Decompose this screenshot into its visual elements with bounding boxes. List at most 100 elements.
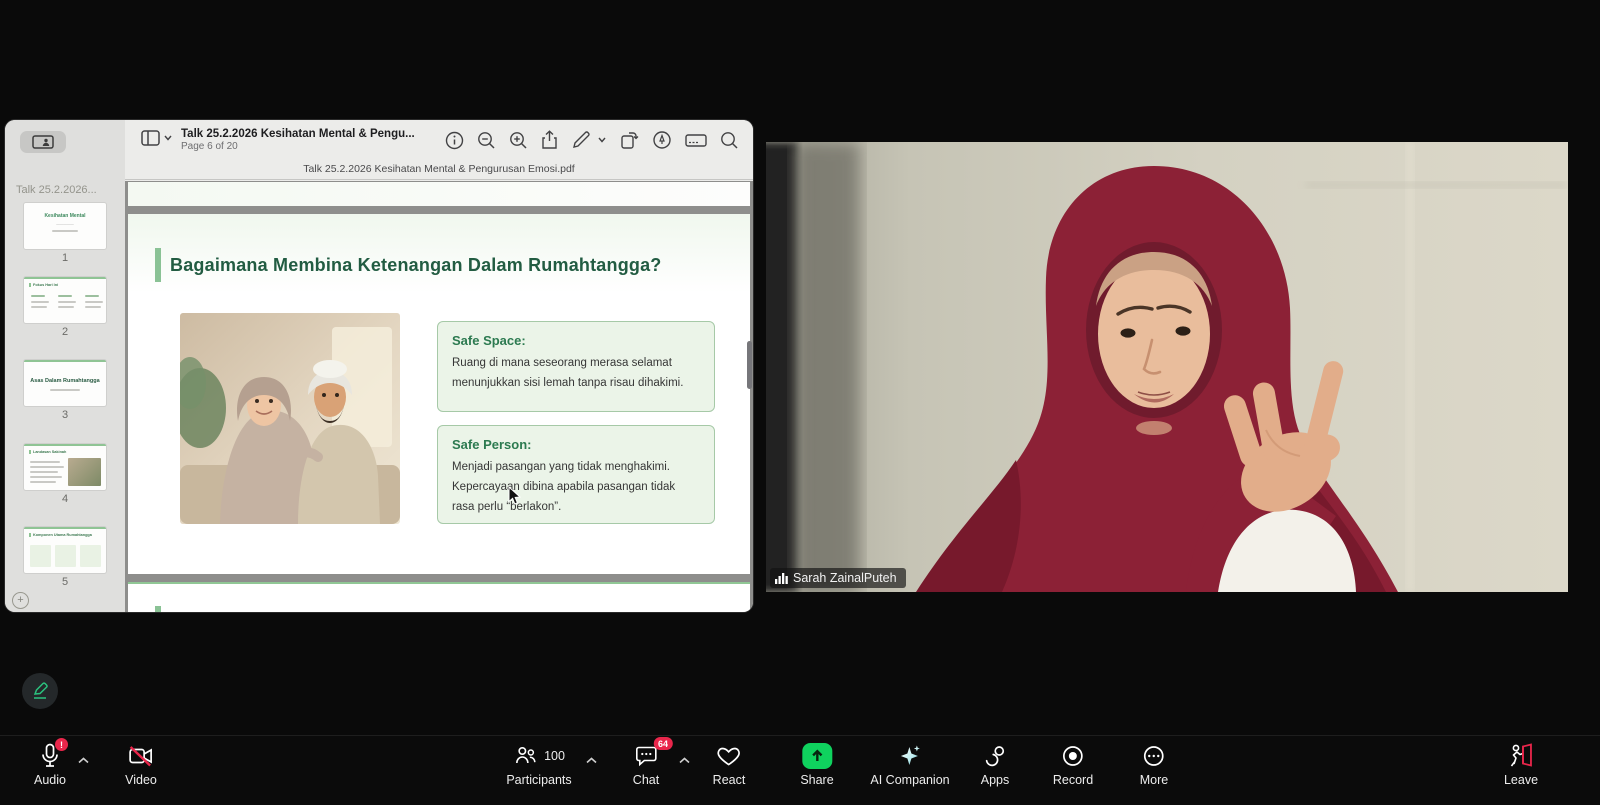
slide-thumbnail-5[interactable]: Komponen Utama Rumahtangga [24,527,106,573]
chat-menu-chevron[interactable] [679,752,690,767]
markup-menu-chevron[interactable] [598,137,606,143]
rotate-page-button[interactable] [619,130,639,150]
zoom-out-icon [477,131,496,150]
thumb-4-line [30,476,62,478]
participants-label: Participants [506,773,571,787]
pdf-thumbnail-sidebar: Talk 25.2.2026... Kesihatan Mental —————… [5,120,125,612]
chat-button[interactable]: 64 Chat [633,742,659,787]
slide-thumbnail-1[interactable]: Kesihatan Mental ————— [24,203,106,249]
search-button[interactable] [720,131,739,150]
thumb-3-title: Asas Dalam Rumahtangga [24,378,106,384]
participants-count: 100 [544,749,565,763]
share-export-button[interactable] [541,130,558,150]
couple-photo-illustration [180,313,400,524]
audio-button[interactable]: ! Audio [34,742,66,787]
more-ellipsis-icon [1142,744,1166,768]
thumb-2-title: Fokus Hari Ini [29,283,58,287]
thumb-4-line [30,481,56,483]
thumb-3-line [50,389,80,391]
participant-name-tag: Sarah ZainalPuteh [770,568,906,588]
form-field-icon [685,132,707,148]
chevron-up-icon [679,757,690,764]
leave-label: Leave [1504,773,1538,787]
markup-button[interactable] [571,130,591,150]
thumb-2-col [85,295,99,297]
thumb-2-number: 2 [5,326,125,338]
pdf-page-5-bottom [128,182,750,206]
share-button[interactable]: Share [800,742,833,787]
thumb-2-line [85,301,103,303]
video-button[interactable]: Video [125,742,157,787]
participants-menu-chevron[interactable] [586,752,597,767]
thumb-2-line [31,301,49,303]
sidebar-toggle-button[interactable] [141,130,172,146]
slide-title-accent-bar [155,248,161,282]
apps-label: Apps [981,773,1010,787]
slide-title: Bagaimana Membina Ketenangan Dalam Rumah… [170,255,662,276]
rotate-icon [619,130,639,150]
screen-share-icon [32,135,54,149]
slide-thumbnail-2[interactable]: Fokus Hari Ini [24,277,106,323]
thumb-2-line [58,301,76,303]
participants-icon [513,744,538,768]
apps-button[interactable]: Apps [981,742,1010,787]
chevron-up-icon [586,757,597,764]
share-screen-icon [802,743,832,769]
form-field-button[interactable] [685,132,707,148]
leave-button[interactable]: Leave [1504,742,1538,787]
chat-label: Chat [633,773,659,787]
record-button[interactable]: Record [1053,742,1093,787]
share-label: Share [800,773,833,787]
info-button[interactable] [445,131,464,150]
thumb-4-title: Landasan Sakinah [29,450,66,454]
ai-companion-label: AI Companion [870,773,949,787]
pdf-scrollbar-thumb[interactable] [747,341,752,389]
thumb-4-line [30,466,64,468]
next-slide-title-block: Bagaimana Menjadi “Safe Person” [155,606,449,612]
safe-space-heading: Safe Space: [452,333,700,348]
record-icon [1061,744,1085,768]
next-slide-title-partial: Bagaimana Menjadi “Safe Person” [170,611,449,612]
annotate-button[interactable] [22,673,58,709]
thumb-3-number: 3 [5,409,125,421]
safe-space-box: Safe Space: Ruang di mana seseorang mera… [437,321,715,412]
react-button[interactable]: React [713,742,746,787]
info-icon [445,131,464,150]
thumb-4-line [30,461,60,463]
thumb-2-col [58,295,72,297]
zoom-in-button[interactable] [509,131,528,150]
pen-circle-icon [652,130,672,150]
fill-sign-button[interactable] [652,130,672,150]
slide-thumbnail-4[interactable]: Landasan Sakinah [24,444,106,490]
ai-companion-button[interactable]: AI Companion [870,742,949,787]
thumb-2-line [31,306,47,308]
pdf-page-7-top: Bagaimana Menjadi “Safe Person” [128,582,750,612]
participants-button[interactable]: 100 Participants [506,742,571,787]
add-page-button[interactable]: + [12,592,29,609]
participant-name: Sarah ZainalPuteh [793,571,897,585]
thumb-1-title: Kesihatan Mental [24,213,106,219]
sidebar-document-label: Talk 25.2.2026... [16,184,97,196]
speaker-video-frame [766,142,1568,592]
markup-pencil-icon [571,130,591,150]
audio-menu-chevron[interactable] [78,752,89,767]
safe-person-box: Safe Person: Menjadi pasangan yang tidak… [437,425,715,524]
couple-photo [180,313,400,524]
more-label: More [1140,773,1168,787]
thumb-4-line [30,471,58,473]
chevron-up-icon [78,757,89,764]
next-slide-accent-bar [155,606,161,612]
thumb-4-number: 4 [5,493,125,505]
zoom-out-button[interactable] [477,131,496,150]
slide-thumbnail-3[interactable]: Asas Dalam Rumahtangga [24,360,106,406]
screen-share-source-button[interactable] [20,131,66,153]
sidebar-toggle-icon [141,130,160,146]
thumb-5-box [30,545,51,567]
thumb-5-title: Komponen Utama Rumahtangga [29,533,92,537]
thumb-4-photo [68,458,101,486]
pdf-page-6: Bagaimana Membina Ketenangan Dalam Rumah… [128,214,750,574]
more-button[interactable]: More [1140,742,1168,787]
meeting-control-bar: ! Audio Video [0,735,1600,805]
speaker-video-tile[interactable]: Sarah ZainalPuteh [766,142,1568,592]
leave-door-icon [1507,743,1535,769]
